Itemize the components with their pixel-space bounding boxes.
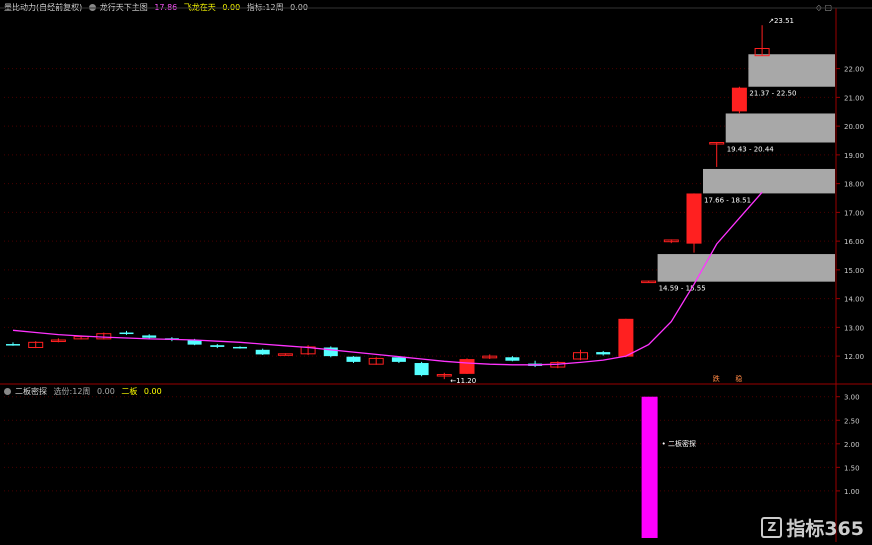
zone-label: 19.43 - 20.44 [727,146,775,154]
price-annotation: ↗23.51 [768,17,794,25]
moving-average-line [12,191,763,366]
main-tick-label: 12.00 [844,353,864,361]
signal-marker: 跌 [713,374,720,383]
zone-label: 17.66 - 18.51 [704,196,751,204]
support-zone [703,168,835,194]
sub-tick-label: 3.00 [844,394,860,402]
zone-label: 21.37 - 22.50 [749,90,796,98]
price-annotation: ←11.20 [450,377,476,385]
sub-tick-label: 2.00 [844,441,860,449]
candle-body-down [414,363,429,376]
candle-body-down [391,357,406,362]
candle-body-down [596,352,611,355]
main-tick-label: 21.00 [844,94,864,102]
candle-body-down [142,335,157,338]
signal-marker: 稳 [735,374,742,383]
sub-tick-label: 1.50 [844,464,860,472]
watermark: Z 指标365 [761,514,864,541]
support-zone [725,113,835,143]
candle-body-down [346,356,361,362]
main-tick-label: 14.00 [844,296,864,304]
main-tick-label: 17.00 [844,209,864,217]
sub-tick-label: 2.50 [844,417,860,425]
candle-body-down [233,346,247,349]
watermark-logo-icon: Z [761,517,783,538]
signal-bar [641,396,658,538]
sub-tick-label: 1.00 [844,488,860,496]
main-tick-label: 15.00 [844,267,864,275]
candle-body-down [505,357,520,361]
candle-body-down [210,345,225,347]
candle-body-up [731,87,747,112]
zone-label: 14.59 - 15.55 [659,285,706,293]
stock-chart-window: 量比动力(自经前复权) 龙行天下主图 17.86 飞龙在天 0.00 指标:12… [0,0,872,545]
candle-body-down [6,344,20,346]
candle-body-up [459,359,475,374]
main-tick-label: 18.00 [844,181,864,189]
main-tick-label: 20.00 [844,123,864,131]
main-tick-label: 19.00 [844,152,864,160]
candle-body-up [686,193,702,244]
main-tick-label: 22.00 [844,66,864,74]
support-zone [748,54,835,87]
support-zone [657,254,835,282]
main-tick-label: 13.00 [844,324,864,332]
candle-body-down [255,349,270,355]
candle-body-up [618,318,634,357]
candle-body-down [119,332,134,335]
chart-canvas[interactable]: 12.00 13.00 14.00 15.00 16.00 17.00 18.00 19.00… [0,0,872,545]
sub-annotation: • 二板密探 [662,439,696,448]
watermark-text: 指标365 [786,518,864,540]
main-tick-label: 16.00 [844,238,864,246]
